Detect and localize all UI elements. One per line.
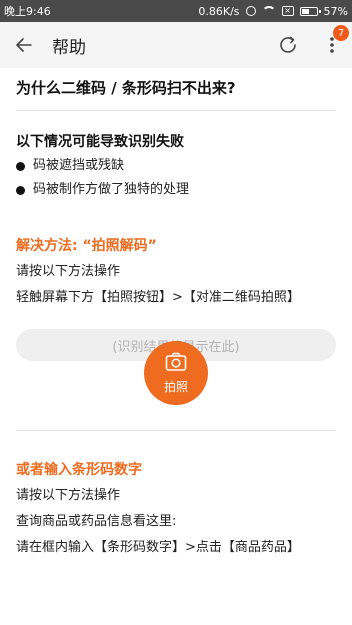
take-photo-button[interactable]: 拍照: [144, 341, 208, 405]
solution-steps: 轻触屏幕下方【拍照按钮】>【对准二维码拍照】: [16, 290, 300, 305]
alt-steps: 请在框内输入【条形码数字】>点击【商品药品】: [16, 540, 300, 555]
camera-icon: [165, 352, 187, 371]
alarm-icon: [245, 6, 256, 16]
status-bar: 晚上9:46 0.86K/s × 57%: [0, 0, 352, 22]
bullet-dot: [16, 185, 25, 195]
wifi-icon: [261, 6, 276, 16]
status-right-group: 0.86K/s × 57%: [198, 5, 348, 18]
bullet-dot: [16, 161, 25, 171]
reason-item: 码被制作方做了独特的处理: [16, 181, 336, 199]
reasons-title: 以下情况可能导致识别失败: [16, 134, 184, 150]
alt-instruction: 请按以下方法操作: [16, 488, 121, 503]
reason-text: 码被遮挡或残缺: [33, 158, 125, 173]
question-title: 为什么二维码 / 条形码扫不出来?: [16, 79, 236, 97]
divider: [16, 430, 336, 431]
reason-item: 码被遮挡或残缺: [16, 157, 336, 175]
page-title: 帮助: [52, 37, 86, 58]
net-speed: 0.86K/s: [198, 4, 240, 18]
refresh-icon[interactable]: [276, 33, 300, 57]
help-content: 为什么二维码 / 条形码扫不出来? 以下情况可能导致识别失败 码被遮挡或残缺 码…: [0, 68, 352, 361]
alt-query-note: 查询商品或药品信息看这里:: [16, 514, 177, 529]
battery-icon: [299, 6, 321, 16]
take-photo-label: 拍照: [163, 379, 188, 394]
reason-text: 码被制作方做了独特的处理: [33, 182, 190, 197]
more-menu-button[interactable]: 7: [324, 25, 349, 57]
sim-x-icon: ×: [281, 6, 294, 16]
battery-fill: [301, 8, 309, 14]
battery-percent: 57%: [323, 4, 348, 18]
app-bar: 帮助 7: [0, 22, 352, 68]
manual-input-section: 或者输入条形码数字 请按以下方法操作 查询商品或药品信息看这里: 请在框内输入【…: [16, 430, 336, 557]
solution-title: 解决方法: “拍照解码”: [16, 238, 157, 254]
divider: [16, 110, 336, 111]
solution-instruction: 请按以下方法操作: [16, 264, 121, 279]
status-time: 晚上9:46: [4, 5, 51, 18]
notification-badge: 7: [333, 25, 349, 41]
alt-title: 或者输入条形码数字: [16, 462, 142, 478]
back-arrow-icon[interactable]: [12, 33, 36, 57]
